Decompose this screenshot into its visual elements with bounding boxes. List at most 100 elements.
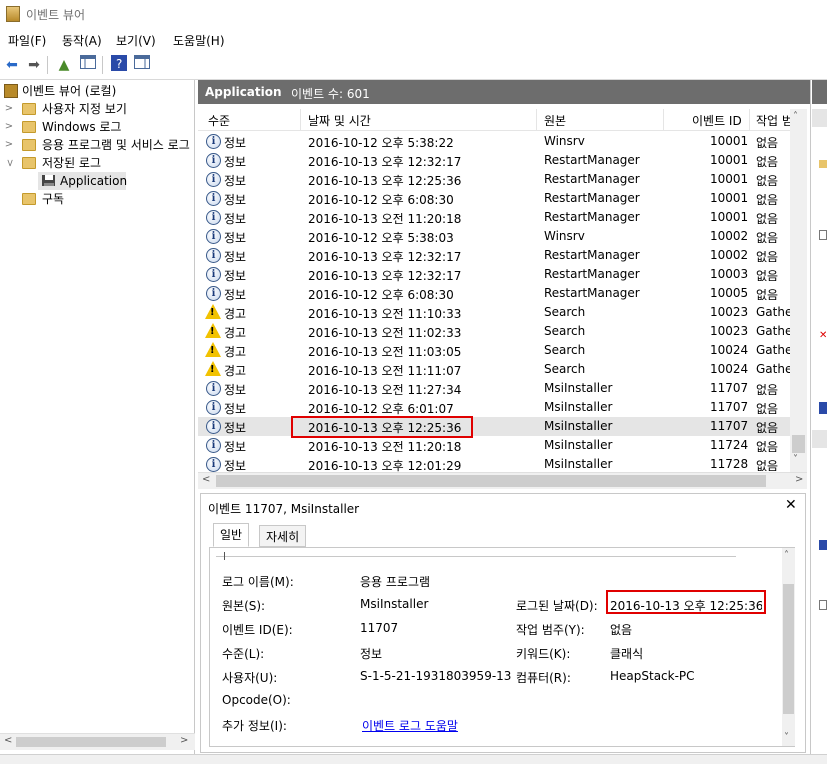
actions-pane: ✕ (810, 80, 827, 754)
col-level[interactable]: 수준 (208, 112, 230, 129)
cell-source: RestartManager (544, 210, 640, 224)
table-row[interactable]: ! 경고 2016-10-13 오전 11:03:05 Search 10024 Gath… (198, 341, 790, 360)
cell-task-category: Gather (756, 343, 790, 357)
filter-icon[interactable] (819, 230, 827, 240)
event-properties-icon[interactable] (819, 540, 827, 550)
table-row[interactable]: i 정보 2016-10-13 오후 12:32:17 RestartManager 1… (198, 265, 790, 284)
info-icon: i (206, 153, 221, 168)
col-task-category[interactable]: 작업 범주 (756, 112, 790, 129)
scroll-up-icon[interactable]: ˄ (793, 111, 798, 122)
table-row[interactable]: i 정보 2016-10-12 오후 6:08:30 RestartManager 10… (198, 189, 790, 208)
chevron-right-icon[interactable]: > (4, 136, 14, 154)
table-row[interactable]: i 정보 2016-10-13 오후 12:32:17 RestartManager 1… (198, 151, 790, 170)
scroll-left-icon[interactable]: < (4, 735, 12, 746)
warning-icon: ! (205, 342, 221, 357)
list-hscroll-thumb[interactable] (216, 475, 766, 487)
info-icon: i (206, 191, 221, 206)
label-log-name: 로그 이름(M): (222, 575, 294, 589)
label-keywords: 키워드(K): (516, 647, 571, 661)
table-row[interactable]: i 정보 2016-10-13 오후 12:25:36 MsiInstaller 117… (198, 417, 790, 436)
cell-source: Search (544, 305, 586, 319)
table-row[interactable]: i 정보 2016-10-13 오전 11:20:18 RestartManager 1… (198, 208, 790, 227)
actions-section-event[interactable] (812, 430, 827, 448)
scroll-thumb[interactable] (16, 737, 166, 747)
col-event-id[interactable]: 이벤트 ID (692, 112, 742, 129)
chevron-right-icon[interactable]: > (4, 100, 14, 118)
show-hide-tree-icon[interactable] (78, 55, 98, 75)
cell-level: 정보 (224, 288, 247, 302)
table-row[interactable]: i 정보 2016-10-13 오전 11:20:18 MsiInstaller 117… (198, 436, 790, 455)
detail-scroll-thumb[interactable] (783, 584, 794, 714)
actions-section[interactable] (812, 109, 827, 127)
log-title: Application (205, 85, 282, 99)
list-scroll-thumb[interactable] (792, 435, 805, 453)
menu-view[interactable]: 보기(V) (116, 32, 156, 49)
action-pane-icon[interactable] (132, 55, 152, 75)
event-log-help-link[interactable]: 이벤트 로그 도움말 (362, 717, 458, 734)
info-icon: i (206, 457, 221, 472)
info-icon: i (206, 286, 221, 301)
chevron-right-icon[interactable]: > (4, 118, 14, 136)
properties-icon[interactable] (819, 402, 827, 414)
cell-source: RestartManager (544, 248, 640, 262)
scroll-down-icon[interactable]: ˅ (784, 732, 789, 743)
scroll-right-icon[interactable]: > (795, 474, 803, 485)
actions-header (812, 80, 827, 104)
value-level: 정보 (360, 647, 383, 661)
cell-task-category: 없음 (756, 288, 779, 302)
table-row[interactable]: i 정보 2016-10-13 오후 12:32:17 RestartManager 1… (198, 246, 790, 265)
table-row[interactable]: ! 경고 2016-10-13 오전 11:02:33 Search 10023 Gath… (198, 322, 790, 341)
value-computer: HeapStack-PC (610, 669, 695, 683)
forward-arrow-icon[interactable]: ➡ (24, 55, 44, 75)
scroll-left-icon[interactable]: < (202, 474, 210, 485)
col-source[interactable]: 원본 (544, 112, 566, 129)
table-row[interactable]: i 정보 2016-10-12 오후 6:08:30 RestartManager 10… (198, 284, 790, 303)
copy-icon[interactable] (819, 600, 827, 610)
cell-source: MsiInstaller (544, 457, 613, 471)
close-icon[interactable]: ✕ (785, 497, 797, 513)
tree-item-application[interactable]: Application (38, 172, 127, 190)
value-keywords: 클래식 (610, 647, 644, 661)
cell-task-category: 없음 (756, 155, 779, 169)
info-icon: i (206, 229, 221, 244)
table-row[interactable]: ! 경고 2016-10-13 오전 11:11:07 Search 10024 Gath… (198, 360, 790, 379)
event-list: i 정보 2016-10-12 오후 5:38:22 Winsrv 10001 없음 i 정보… (198, 132, 790, 472)
cell-level: 정보 (224, 269, 247, 283)
table-row[interactable]: ! 경고 2016-10-13 오전 11:10:33 Search 10023 Gath… (198, 303, 790, 322)
cell-date: 2016-10-13 오후 12:32:17 (308, 269, 462, 283)
cell-level: 정보 (224, 231, 247, 245)
back-arrow-icon[interactable]: ⬅ (2, 55, 22, 75)
table-row[interactable]: i 정보 2016-10-13 오후 12:25:36 RestartManager 1… (198, 170, 790, 189)
cell-date: 2016-10-12 오후 5:38:03 (308, 231, 454, 245)
scroll-right-icon[interactable]: > (180, 735, 188, 746)
svg-text:?: ? (116, 57, 122, 71)
cell-source: RestartManager (544, 286, 640, 300)
menu-file[interactable]: 파일(F) (8, 32, 46, 49)
cell-level: 정보 (224, 193, 247, 207)
help-icon[interactable]: ? (109, 55, 129, 75)
label-user: 사용자(U): (222, 671, 278, 685)
menu-help[interactable]: 도움말(H) (173, 32, 225, 49)
table-row[interactable]: i 정보 2016-10-12 오후 5:38:03 Winsrv 10002 없음 (198, 227, 790, 246)
tab-general[interactable]: 일반 (213, 523, 250, 547)
warning-icon: ! (205, 361, 221, 376)
tree-item-app-service-logs[interactable]: > 응용 프로그램 및 서비스 로그 (0, 136, 195, 154)
tree-horizontal-scrollbar[interactable]: < > (0, 733, 195, 750)
label-level: 수준(L): (222, 647, 265, 661)
tab-details[interactable]: 자세히 (259, 525, 307, 547)
cell-source: Winsrv (544, 229, 585, 243)
up-folder-icon[interactable]: ▲ (54, 55, 74, 75)
list-vertical-scrollbar[interactable]: ˄ ˅ (790, 109, 807, 472)
menu-action[interactable]: 동작(A) (62, 32, 102, 49)
table-row[interactable]: i 정보 2016-10-12 오후 6:01:07 MsiInstaller 1170… (198, 398, 790, 417)
clear-log-icon[interactable]: ✕ (819, 331, 827, 341)
col-date[interactable]: 날짜 및 시간 (308, 112, 371, 129)
table-row[interactable]: i 정보 2016-10-13 오전 11:27:34 MsiInstaller 117… (198, 379, 790, 398)
open-log-icon[interactable] (819, 160, 827, 168)
table-row[interactable]: i 정보 2016-10-12 오후 5:38:22 Winsrv 10001 없음 (198, 132, 790, 151)
scroll-down-icon[interactable]: ˅ (793, 454, 798, 465)
chevron-down-icon[interactable]: > (0, 158, 18, 168)
table-row[interactable]: i 정보 2016-10-13 오후 12:01:29 MsiInstaller 117… (198, 455, 790, 472)
scroll-up-icon[interactable]: ˄ (784, 550, 789, 561)
detail-vertical-scrollbar[interactable]: ˄ ˅ (782, 548, 795, 746)
